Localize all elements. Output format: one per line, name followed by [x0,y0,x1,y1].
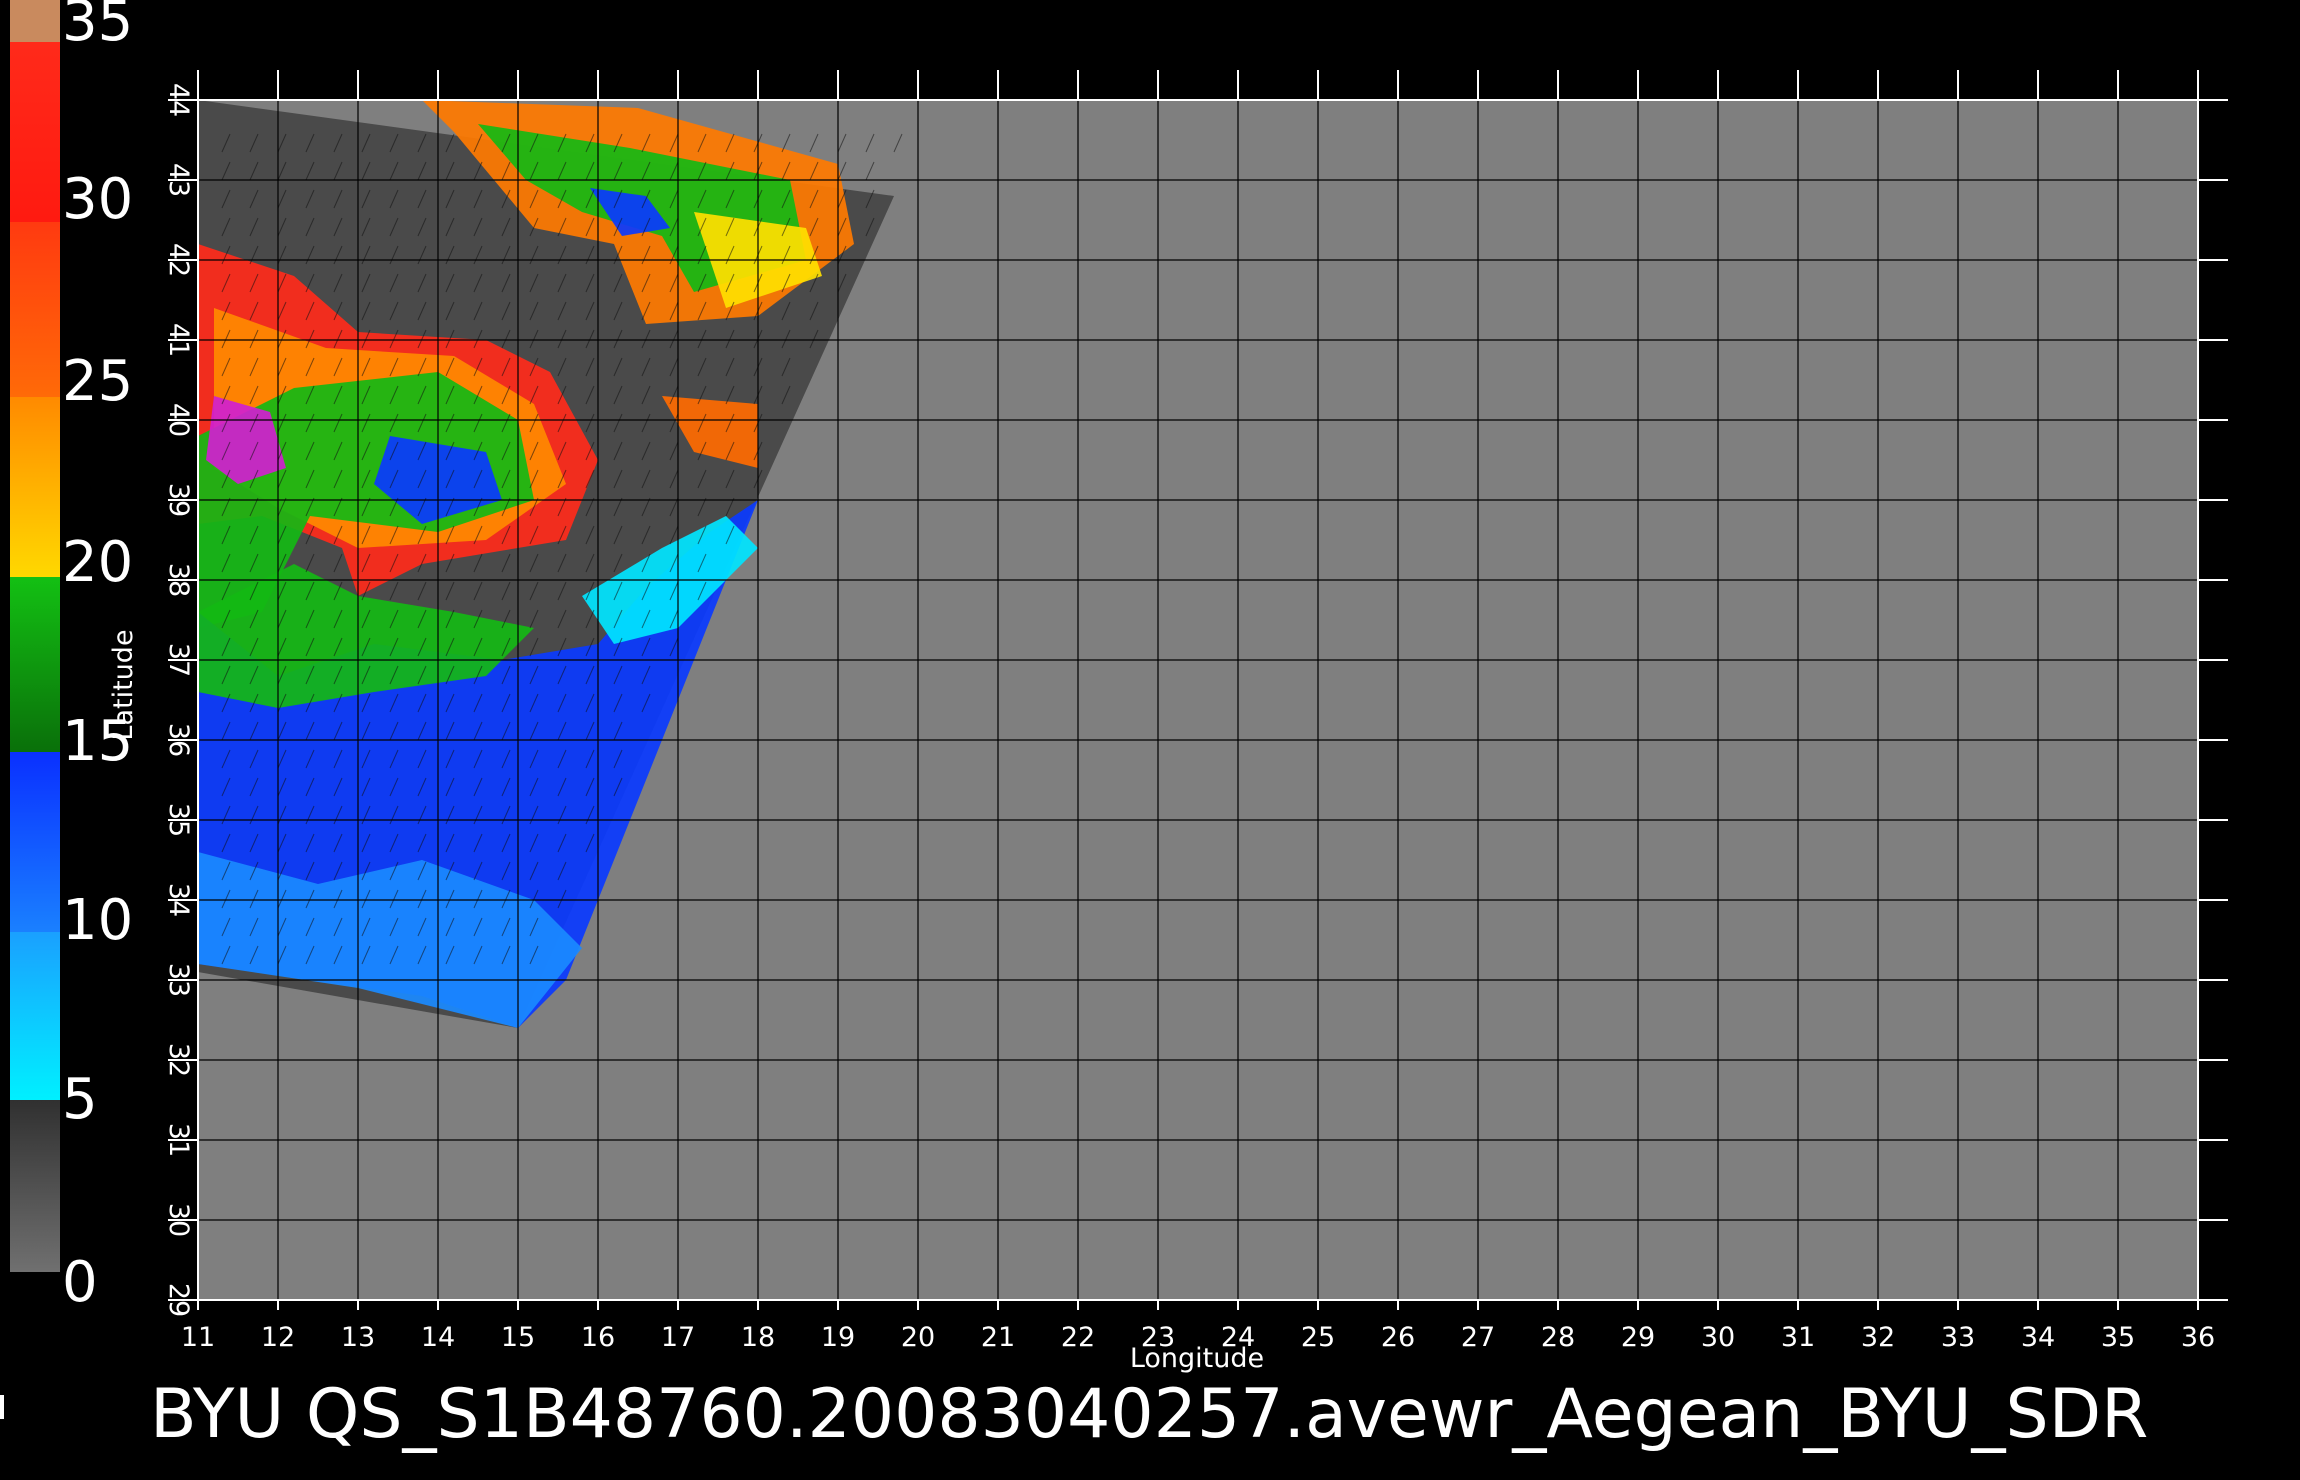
lon-tick-label: 28 [1541,1322,1575,1353]
lon-tick-label: 31 [1781,1322,1815,1353]
lat-tick-label: 38 [163,563,194,597]
lat-tick-label: 30 [163,1203,194,1237]
lat-tick-label: 40 [163,403,194,437]
lon-tick-label: 19 [821,1322,855,1353]
lon-tick-label: 13 [341,1322,375,1353]
lat-tick-label: 36 [163,723,194,757]
edge-marker [0,1395,4,1419]
lat-tick-label: 31 [163,1123,194,1157]
lon-tick-label: 21 [981,1322,1015,1353]
lon-tick-label: 34 [2021,1322,2055,1353]
lon-tick-label: 35 [2101,1322,2135,1353]
lon-tick-label: 25 [1301,1322,1335,1353]
lon-tick-label: 32 [1861,1322,1895,1353]
lon-tick-label: 33 [1941,1322,1975,1353]
lat-tick-label: 41 [163,323,194,357]
lon-tick-label: 11 [181,1322,215,1353]
lat-tick-label: 34 [163,883,194,917]
lon-tick-label: 14 [421,1322,455,1353]
product-title: BYU QS_S1B48760.20083040257.avewr_Aegean… [150,1375,2149,1454]
lon-tick-label: 29 [1621,1322,1655,1353]
lat-tick-label: 33 [163,963,194,997]
lon-tick-label: 20 [901,1322,935,1353]
lat-tick-label: 42 [163,243,194,277]
lon-tick-label: 18 [741,1322,775,1353]
lon-tick-label: 15 [501,1322,535,1353]
lon-tick-label: 22 [1061,1322,1095,1353]
lon-tick-label: 27 [1461,1322,1495,1353]
lat-tick-label: 37 [163,643,194,677]
lon-tick-label: 16 [581,1322,615,1353]
lon-tick-label: 26 [1381,1322,1415,1353]
y-axis-label: Latitude [108,629,139,740]
lat-tick-label: 44 [163,83,194,117]
map-plot: 11 12 13 14 15 16 17 18 19 20 21 22 23 24 25 26 27 28 29 30… [108,70,2228,1374]
lon-tick-label: 36 [2181,1322,2215,1353]
lat-tick-label: 35 [163,803,194,837]
scatterometer-wind-map: 35 30 25 20 15 10 5 0 11 12 13 14 15 16 17 18 19… [0,0,2300,1480]
lat-tick-label: 29 [163,1283,194,1317]
lat-tick-label: 32 [163,1043,194,1077]
lon-tick-label: 30 [1701,1322,1735,1353]
lon-tick-label: 12 [261,1322,295,1353]
lat-tick-label: 39 [163,483,194,517]
lon-tick-label: 17 [661,1322,695,1353]
lat-tick-label: 43 [163,163,194,197]
